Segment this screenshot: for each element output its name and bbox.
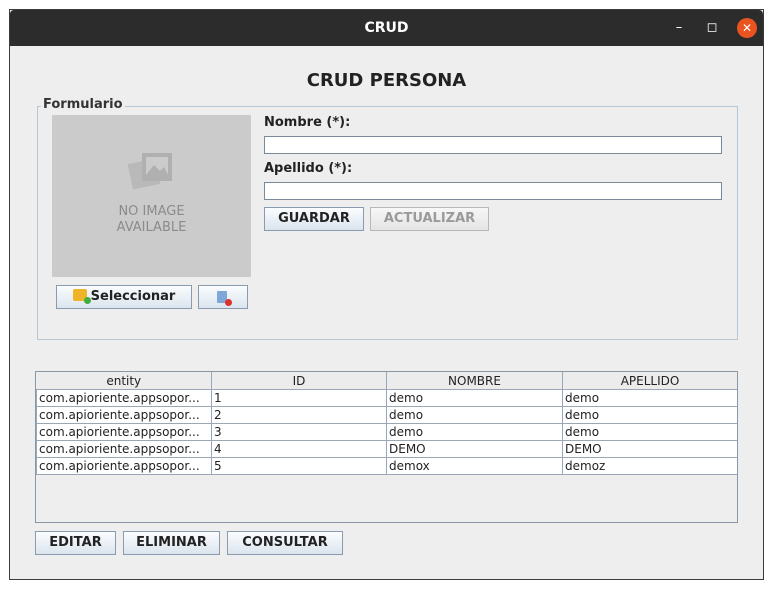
minimize-icon[interactable]: – — [670, 19, 688, 37]
table-cell: 4 — [211, 440, 387, 458]
app-window: CRUD – ◻ ✕ CRUD PERSONA Formulario NO IM… — [9, 9, 764, 580]
table-cell: com.apioriente.appsopor... — [36, 457, 212, 475]
no-image-text-1: NO IMAGE — [118, 204, 185, 219]
remove-image-button[interactable] — [198, 285, 248, 309]
remove-image-icon — [217, 291, 232, 306]
table-cell: demo — [386, 423, 563, 441]
nombre-field[interactable] — [264, 136, 722, 154]
table-row[interactable]: com.apioriente.appsopor... 2 demo demo — [36, 406, 737, 424]
folder-add-icon — [72, 289, 91, 304]
table-row[interactable]: com.apioriente.appsopor... 1 demo demo — [36, 389, 737, 407]
no-image-placeholder: NO IMAGE AVAILABLE — [52, 115, 251, 277]
title-bar: CRUD – ◻ ✕ — [10, 10, 763, 46]
select-image-label: Seleccionar — [90, 289, 176, 304]
editar-button[interactable]: EDITAR — [35, 531, 116, 555]
column-header[interactable]: NOMBRE — [386, 372, 563, 390]
table-cell: 2 — [211, 406, 387, 424]
page-title: CRUD PERSONA — [306, 70, 467, 91]
persona-table[interactable]: entity ID NOMBRE APELLIDO com.apioriente… — [35, 371, 738, 523]
apellido-field[interactable] — [264, 182, 722, 200]
close-icon[interactable]: ✕ — [737, 18, 757, 38]
guardar-button[interactable]: GUARDAR — [264, 207, 364, 231]
table-cell: demo — [386, 406, 563, 424]
maximize-icon[interactable]: ◻ — [703, 19, 721, 37]
table-cell: demo — [386, 389, 563, 407]
nombre-label: Nombre (*): — [264, 115, 351, 130]
column-header[interactable]: APELLIDO — [562, 372, 737, 390]
table-row[interactable]: com.apioriente.appsopor... 4 DEMO DEMO — [36, 440, 737, 458]
select-image-button[interactable]: Seleccionar — [56, 285, 192, 309]
table-cell: DEMO — [386, 440, 563, 458]
table-cell: DEMO — [562, 440, 737, 458]
no-image-text-2: AVAILABLE — [116, 220, 187, 235]
table-cell: 1 — [211, 389, 387, 407]
column-header[interactable]: ID — [211, 372, 387, 390]
table-cell: com.apioriente.appsopor... — [36, 423, 212, 441]
table-cell: demoz — [562, 457, 737, 475]
table-header: entity ID NOMBRE APELLIDO — [36, 372, 737, 390]
actualizar-button: ACTUALIZAR — [370, 207, 489, 231]
table-cell: com.apioriente.appsopor... — [36, 440, 212, 458]
table-cell: demo — [562, 423, 737, 441]
column-header[interactable]: entity — [36, 372, 212, 390]
table-cell: 5 — [211, 457, 387, 475]
table-cell: demo — [562, 389, 737, 407]
eliminar-button[interactable]: ELIMINAR — [123, 531, 220, 555]
form-legend: Formulario — [41, 97, 125, 112]
table-row[interactable]: com.apioriente.appsopor... 5 demox demoz — [36, 457, 737, 475]
consultar-button[interactable]: CONSULTAR — [227, 531, 343, 555]
no-image-icon — [128, 153, 172, 190]
table-cell: com.apioriente.appsopor... — [36, 406, 212, 424]
window-title: CRUD — [364, 20, 409, 36]
table-cell: demox — [386, 457, 563, 475]
table-cell: demo — [562, 406, 737, 424]
table-cell: com.apioriente.appsopor... — [36, 389, 212, 407]
table-row[interactable]: com.apioriente.appsopor... 3 demo demo — [36, 423, 737, 441]
apellido-label: Apellido (*): — [264, 161, 353, 176]
table-cell: 3 — [211, 423, 387, 441]
